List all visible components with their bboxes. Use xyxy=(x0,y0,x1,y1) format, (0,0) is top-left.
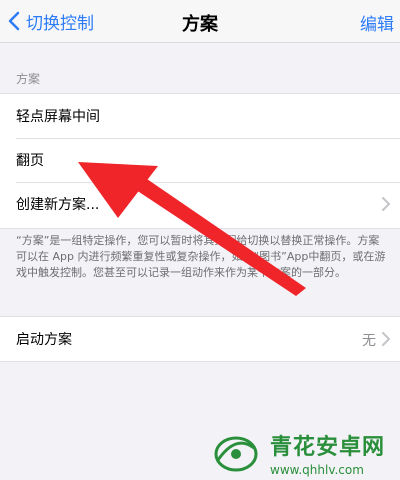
recipe-row-page-turn[interactable]: 翻页 xyxy=(0,138,400,182)
recipes-list: 轻点屏幕中间 翻页 创建新方案... xyxy=(0,93,400,229)
watermark-title: 青花安卓网 xyxy=(270,435,386,460)
page-title: 方案 xyxy=(182,14,218,35)
chevron-right-icon xyxy=(382,332,390,346)
watermark: 青花安卓网 www.qhhlv.com xyxy=(208,430,386,477)
watermark-url: www.qhhlv.com xyxy=(270,463,364,477)
watermark-logo-icon xyxy=(214,436,258,472)
recipe-row-tap-center[interactable]: 轻点屏幕中间 xyxy=(0,94,400,138)
launch-recipe-row[interactable]: 启动方案 无 xyxy=(0,317,400,361)
recipe-label: 轻点屏幕中间 xyxy=(16,109,100,125)
recipe-label: 创建新方案... xyxy=(16,197,100,213)
launch-recipe-list: 启动方案 无 xyxy=(0,316,400,362)
section-header: 方案 xyxy=(16,72,41,86)
navigation-bar: 切换控制 方案 编辑 xyxy=(0,0,400,43)
chevron-right-icon xyxy=(382,197,390,211)
launch-recipe-label: 启动方案 xyxy=(16,332,72,348)
recipe-label: 翻页 xyxy=(16,153,44,169)
create-new-recipe-row[interactable]: 创建新方案... xyxy=(0,182,400,226)
recipes-description: “方案”是一组特定操作，您可以暂时将其分配给切换以替换正常操作。方案可以在 Ap… xyxy=(16,234,386,279)
edit-button[interactable]: 编辑 xyxy=(360,10,394,35)
launch-recipe-value: 无 xyxy=(362,333,376,349)
